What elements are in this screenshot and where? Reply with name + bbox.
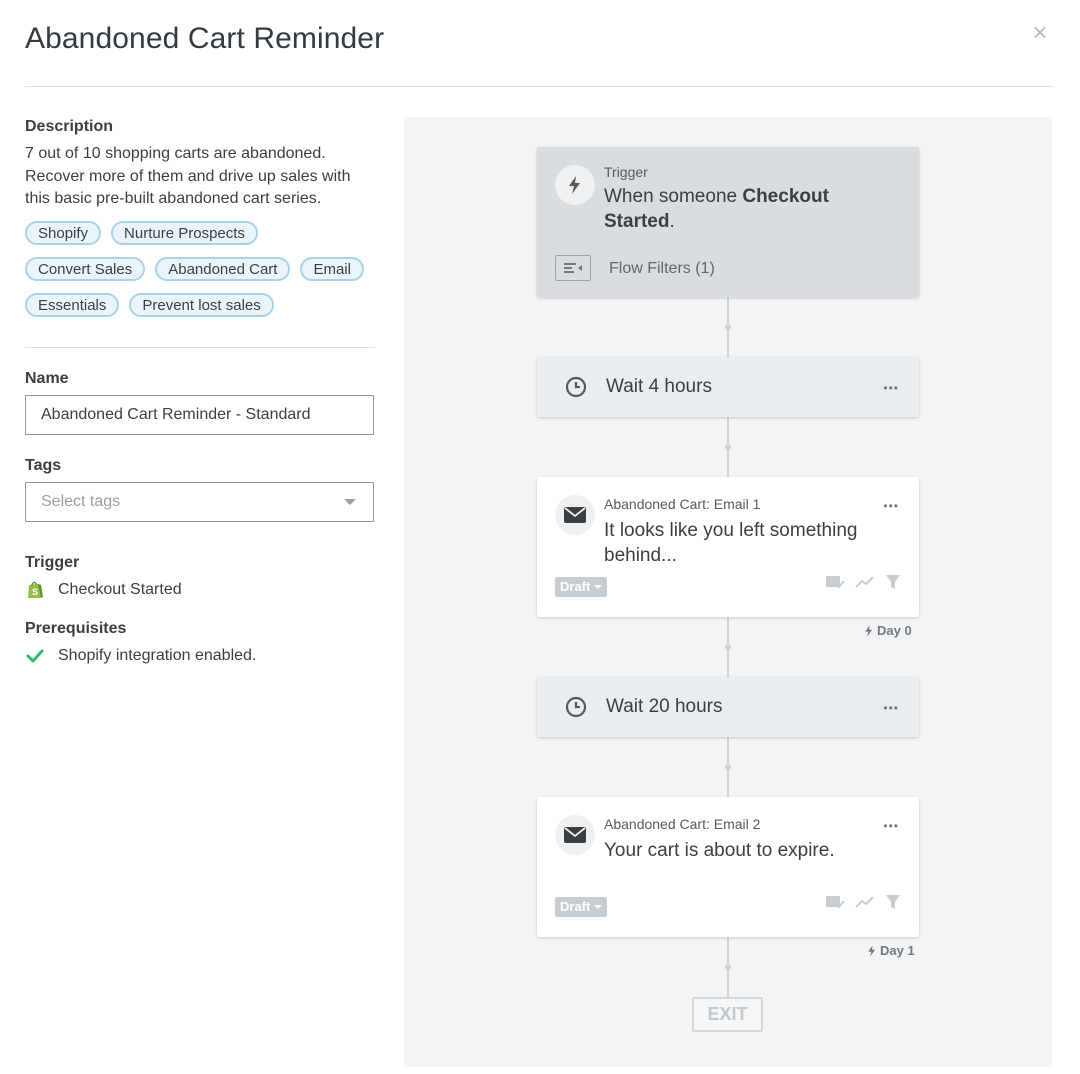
status-label: Draft bbox=[560, 579, 591, 594]
day-label-text: Day 1 bbox=[880, 943, 915, 958]
wait-card[interactable]: Wait 4 hours ••• bbox=[537, 357, 919, 417]
trigger-card[interactable]: Trigger When someone Checkout Started. F… bbox=[537, 147, 919, 297]
flow-filters-label[interactable]: Flow Filters (1) bbox=[609, 260, 715, 278]
tags-label: Tags bbox=[25, 456, 62, 474]
trigger-text-suffix: . bbox=[669, 211, 675, 232]
chevron-down-icon bbox=[594, 585, 603, 589]
name-label: Name bbox=[25, 369, 69, 387]
analytics-icon[interactable] bbox=[855, 575, 875, 594]
trigger-value: Checkout Started bbox=[58, 580, 182, 598]
check-icon bbox=[25, 646, 45, 666]
email-card[interactable]: Abandoned Cart: Email 2 Your cart is abo… bbox=[537, 797, 919, 937]
trigger-row: S Checkout Started bbox=[25, 580, 375, 600]
status-dropdown[interactable]: Draft bbox=[555, 897, 608, 917]
envelope-icon bbox=[555, 495, 595, 535]
name-input[interactable]: Abandoned Cart Reminder - Standard bbox=[25, 394, 374, 435]
envelope-icon bbox=[555, 815, 595, 855]
wait-card[interactable]: Wait 20 hours ••• bbox=[537, 677, 919, 737]
connector-dot bbox=[725, 444, 731, 450]
connector-dot bbox=[725, 764, 731, 770]
description-text: 7 out of 10 shopping carts are abandoned… bbox=[25, 145, 351, 207]
tag-chip[interactable]: Abandoned Cart bbox=[155, 256, 291, 281]
day-label-text: Day 0 bbox=[877, 623, 912, 638]
tag-chip[interactable]: Shopify bbox=[25, 220, 102, 245]
email-card-label: Abandoned Cart: Email 2 bbox=[604, 816, 761, 832]
trigger-text-prefix: When someone bbox=[604, 186, 743, 207]
svg-text:S: S bbox=[32, 587, 38, 597]
more-options-icon[interactable]: ••• bbox=[883, 500, 899, 512]
prerequisite-value: Shopify integration enabled. bbox=[58, 646, 257, 664]
day-label: Day 1 bbox=[867, 943, 915, 958]
chevron-down-icon bbox=[344, 498, 356, 505]
connector-dot bbox=[725, 324, 731, 330]
lightning-icon bbox=[555, 165, 595, 205]
clock-icon bbox=[565, 696, 587, 718]
more-options-icon[interactable]: ••• bbox=[883, 820, 899, 832]
email-card[interactable]: Abandoned Cart: Email 1 It looks like yo… bbox=[537, 477, 919, 617]
filter-icon[interactable] bbox=[885, 894, 901, 915]
shopify-icon: S bbox=[25, 580, 45, 600]
trigger-card-text: When someone Checkout Started. bbox=[604, 184, 894, 234]
tag-chip[interactable]: Nurture Prospects bbox=[111, 220, 258, 245]
tag-chip[interactable]: Email bbox=[300, 256, 364, 281]
tag-list: Shopify Nurture Prospects Convert Sales … bbox=[25, 220, 370, 317]
prerequisites-label: Prerequisites bbox=[25, 619, 127, 637]
name-input-value: Abandoned Cart Reminder - Standard bbox=[41, 405, 311, 423]
lightning-icon bbox=[865, 624, 873, 637]
status-label: Draft bbox=[560, 899, 591, 914]
analytics-icon[interactable] bbox=[855, 895, 875, 914]
email-card-label: Abandoned Cart: Email 1 bbox=[604, 496, 761, 512]
exit-node: EXIT bbox=[692, 997, 763, 1032]
close-icon[interactable]: × bbox=[1026, 18, 1054, 46]
header-divider bbox=[25, 86, 1053, 87]
flow-filter-icon[interactable] bbox=[555, 255, 591, 281]
chevron-down-icon bbox=[594, 905, 603, 909]
clock-icon bbox=[565, 376, 587, 398]
tag-chip[interactable]: Essentials bbox=[25, 292, 120, 317]
card-toolbar bbox=[825, 894, 901, 915]
wait-label: Wait 4 hours bbox=[606, 376, 712, 397]
card-toolbar bbox=[825, 574, 901, 595]
tags-select-placeholder: Select tags bbox=[41, 492, 121, 510]
email-subject: It looks like you left something behind.… bbox=[604, 520, 858, 566]
trigger-card-label: Trigger bbox=[604, 164, 648, 180]
lightning-icon bbox=[868, 944, 876, 957]
status-dropdown[interactable]: Draft bbox=[555, 577, 608, 597]
tag-chip[interactable]: Prevent lost sales bbox=[129, 292, 274, 317]
more-options-icon[interactable]: ••• bbox=[883, 382, 899, 394]
more-options-icon[interactable]: ••• bbox=[883, 702, 899, 714]
description-label: Description bbox=[25, 118, 114, 135]
tags-select[interactable]: Select tags bbox=[25, 481, 374, 522]
day-label: Day 0 bbox=[864, 623, 912, 638]
email-subject: Your cart is about to expire. bbox=[604, 840, 835, 861]
modal-title: Abandoned Cart Reminder bbox=[25, 22, 385, 55]
wait-label: Wait 20 hours bbox=[606, 696, 723, 717]
tag-chip[interactable]: Convert Sales bbox=[25, 256, 146, 281]
filter-icon[interactable] bbox=[885, 574, 901, 595]
details-panel: Description 7 out of 10 shopping carts a… bbox=[25, 118, 375, 666]
connector-dot bbox=[725, 644, 731, 650]
prerequisite-row: Shopify integration enabled. bbox=[25, 646, 375, 666]
ab-test-icon[interactable] bbox=[825, 574, 845, 595]
connector-dot bbox=[725, 964, 731, 970]
trigger-label: Trigger bbox=[25, 553, 80, 571]
section-divider bbox=[25, 346, 375, 348]
ab-test-icon[interactable] bbox=[825, 894, 845, 915]
